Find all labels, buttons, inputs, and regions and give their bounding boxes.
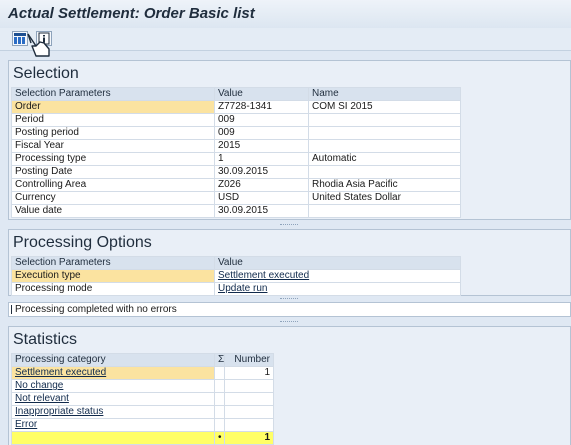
param-cell[interactable]: Execution type	[11, 269, 215, 283]
table-row[interactable]: Value date 30.09.2015	[11, 204, 461, 218]
param-cell[interactable]: Currency	[11, 191, 215, 205]
splitter-handle[interactable]	[280, 321, 298, 323]
value-cell: Z7728-1341	[214, 100, 309, 114]
number-cell	[224, 405, 274, 419]
name-cell: United States Dollar	[308, 191, 461, 205]
name-cell	[308, 204, 461, 218]
selection-table: Selection Parameters Value Name Order Z7…	[11, 87, 461, 218]
total-label-cell	[11, 431, 215, 445]
hand-cursor-icon	[27, 33, 50, 57]
table-row[interactable]: Period 009	[11, 113, 461, 127]
table-header-row: Processing category Σ Number	[11, 353, 274, 367]
processing-options-panel: Processing Options Selection Parameters …	[8, 229, 571, 296]
value-link[interactable]: Update run	[214, 282, 461, 296]
table-row[interactable]: Processing mode Update run	[11, 282, 461, 296]
sigma-cell	[214, 392, 225, 406]
sigma-cell	[214, 418, 225, 432]
table-row[interactable]: Error	[11, 418, 274, 432]
sigma-cell	[214, 405, 225, 419]
title-bar: Actual Settlement: Order Basic list	[0, 0, 571, 29]
category-link[interactable]: No change	[11, 379, 215, 393]
category-link[interactable]: Error	[11, 418, 215, 432]
column-header: Number	[224, 353, 274, 367]
value-cell: 1	[214, 152, 309, 166]
param-cell[interactable]: Controlling Area	[11, 178, 215, 192]
splitter-handle[interactable]	[280, 224, 298, 226]
category-link[interactable]: Settlement executed	[11, 366, 215, 380]
selection-title: Selection	[13, 65, 79, 82]
table-row[interactable]: Currency USD United States Dollar	[11, 191, 461, 205]
table-row[interactable]: Inappropriate status	[11, 405, 274, 419]
category-link[interactable]: Inappropriate status	[11, 405, 215, 419]
value-cell: 2015	[214, 139, 309, 153]
table-header-row: Selection Parameters Value	[11, 256, 461, 270]
column-header: Selection Parameters	[11, 87, 215, 101]
value-cell: USD	[214, 191, 309, 205]
total-sigma: •	[214, 431, 225, 445]
param-cell[interactable]: Period	[11, 113, 215, 127]
total-row: • 1	[11, 431, 274, 445]
table-row[interactable]: Not relevant	[11, 392, 274, 406]
category-link[interactable]: Not relevant	[11, 392, 215, 406]
value-cell: 009	[214, 113, 309, 127]
table-row[interactable]: Controlling Area Z026 Rhodia Asia Pacifi…	[11, 178, 461, 192]
table-row[interactable]: Posting Date 30.09.2015	[11, 165, 461, 179]
number-cell	[224, 392, 274, 406]
name-cell: COM SI 2015	[308, 100, 461, 114]
name-cell	[308, 126, 461, 140]
page-title: Actual Settlement: Order Basic list	[8, 5, 255, 22]
table-row[interactable]: Execution type Settlement executed	[11, 269, 461, 283]
column-header: Processing category	[11, 353, 215, 367]
value-cell: 009	[214, 126, 309, 140]
param-cell[interactable]: Posting period	[11, 126, 215, 140]
name-cell	[308, 113, 461, 127]
number-cell: 1	[224, 366, 274, 380]
param-cell[interactable]: Value date	[11, 204, 215, 218]
param-cell[interactable]: Fiscal Year	[11, 139, 215, 153]
statistics-panel: Statistics Processing category Σ Number …	[8, 326, 571, 445]
number-cell	[224, 418, 274, 432]
selection-panel: Selection Selection Parameters Value Nam…	[8, 60, 571, 220]
param-cell[interactable]: Processing type	[11, 152, 215, 166]
splitter-handle[interactable]	[280, 298, 298, 300]
processing-options-table: Selection Parameters Value Execution typ…	[11, 256, 461, 296]
name-cell	[308, 139, 461, 153]
param-cell[interactable]: Posting Date	[11, 165, 215, 179]
processing-options-title: Processing Options	[13, 234, 152, 251]
sigma-header: Σ	[214, 353, 225, 367]
table-row[interactable]: Processing type 1 Automatic	[11, 152, 461, 166]
table-row[interactable]: No change	[11, 379, 274, 393]
column-header: Selection Parameters	[11, 256, 215, 270]
value-cell: 30.09.2015	[214, 165, 309, 179]
param-cell[interactable]: Order	[11, 100, 215, 114]
value-cell: 30.09.2015	[214, 204, 309, 218]
column-header: Name	[308, 87, 461, 101]
table-row[interactable]: Fiscal Year 2015	[11, 139, 461, 153]
name-cell: Automatic	[308, 152, 461, 166]
table-row[interactable]: Posting period 009	[11, 126, 461, 140]
column-header: Value	[214, 87, 309, 101]
name-cell: Rhodia Asia Pacific	[308, 178, 461, 192]
column-header: Value	[214, 256, 461, 270]
value-cell: Z026	[214, 178, 309, 192]
name-cell	[308, 165, 461, 179]
statistics-title: Statistics	[13, 331, 78, 348]
total-number: 1	[224, 431, 274, 445]
sigma-cell	[214, 379, 225, 393]
table-row[interactable]: Settlement executed 1	[11, 366, 274, 380]
number-cell	[224, 379, 274, 393]
application-toolbar	[0, 28, 571, 51]
statistics-table: Processing category Σ Number Settlement …	[11, 353, 274, 445]
status-message: Processing completed with no errors	[8, 302, 571, 317]
sigma-cell	[214, 366, 225, 380]
value-link[interactable]: Settlement executed	[214, 269, 461, 283]
table-row[interactable]: Order Z7728-1341 COM SI 2015	[11, 100, 461, 114]
param-cell[interactable]: Processing mode	[11, 282, 215, 296]
table-header-row: Selection Parameters Value Name	[11, 87, 461, 101]
